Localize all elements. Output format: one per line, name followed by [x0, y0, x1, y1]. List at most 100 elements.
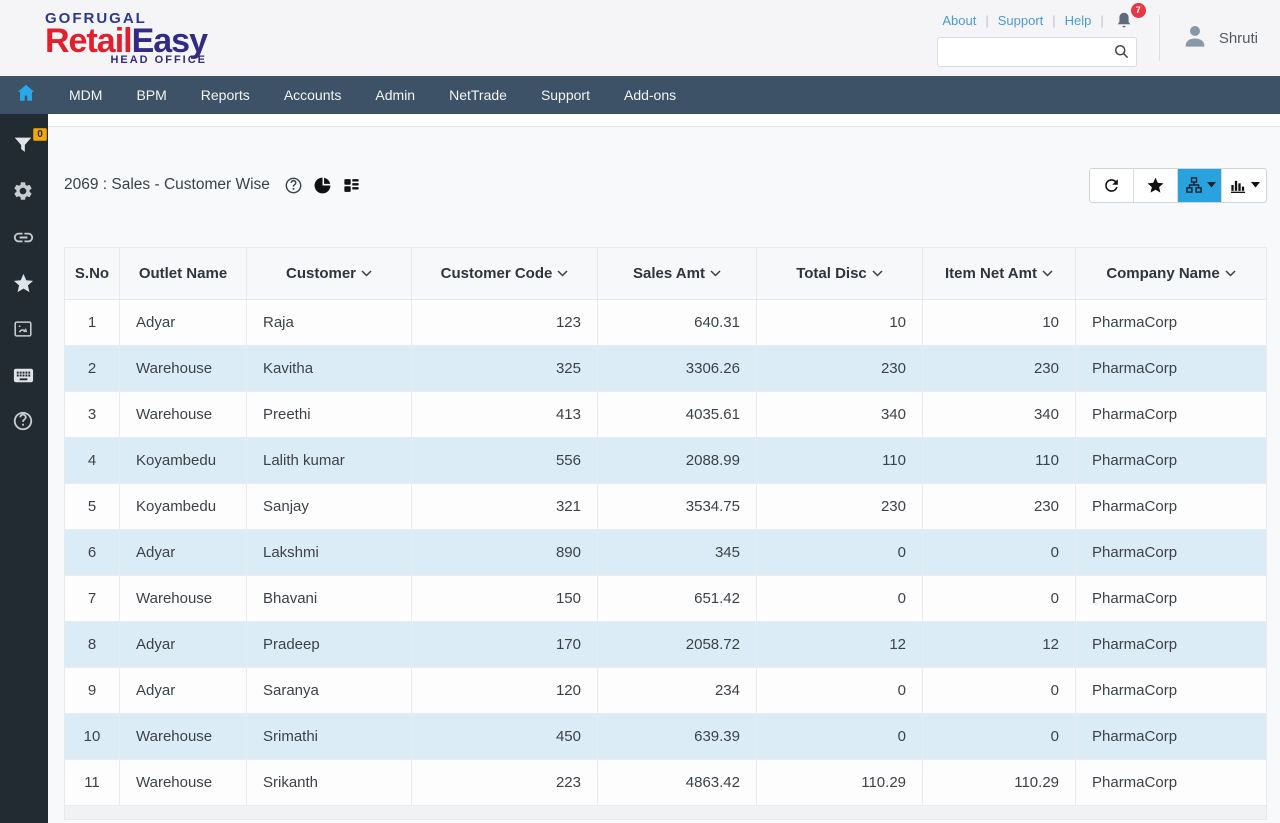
cell-total_disc: 230 [756, 483, 923, 530]
cell-outlet_name: Adyar [119, 667, 247, 714]
cell-customer_code: 120 [411, 667, 598, 714]
cell-customer: Srimathi [246, 713, 412, 760]
sort-chevron-icon [557, 270, 568, 277]
nav-item-support[interactable]: Support [524, 76, 607, 114]
cell-sno: 1 [64, 299, 120, 346]
cell-total_disc: 0 [756, 529, 923, 576]
cell-customer_code: 321 [411, 483, 598, 530]
nav-item-mdm[interactable]: MDM [52, 76, 119, 114]
hierarchy-view-button[interactable] [1178, 168, 1222, 202]
report-help-icon[interactable] [284, 176, 303, 195]
sort-chevron-icon [361, 270, 372, 277]
table-row[interactable]: 6 Adyar Lakshmi 890 345 0 0 PharmaCorp [64, 529, 1267, 576]
cell-company_name: PharmaCorp [1075, 529, 1267, 576]
user-menu[interactable]: Shruti [1180, 21, 1280, 56]
favorite-button[interactable] [1134, 168, 1178, 202]
filter-icon[interactable]: 0 [12, 128, 47, 158]
nav-item-accounts[interactable]: Accounts [267, 76, 359, 114]
caret-down-icon [1251, 182, 1260, 188]
home-tab[interactable] [0, 76, 52, 114]
home-icon [15, 82, 37, 109]
nav-item-add-ons[interactable]: Add-ons [607, 76, 693, 114]
cell-company_name: PharmaCorp [1075, 391, 1267, 438]
cell-item_net_amt: 230 [922, 483, 1076, 530]
help-link[interactable]: Help [1065, 13, 1092, 28]
cell-sno: 7 [64, 575, 120, 622]
table-row[interactable]: 4 Koyambedu Lalith kumar 556 2088.99 110 110 Ph… [64, 437, 1267, 484]
cell-customer_code: 556 [411, 437, 598, 484]
cell-outlet_name: Koyambedu [119, 483, 247, 530]
header-links: About | Support | Help | 7 [942, 2, 1146, 32]
cell-customer: Sanjay [246, 483, 412, 530]
link-icon[interactable] [12, 226, 36, 250]
brand-logo: GOFRUGAL RetailEasy HEAD OFFICE [45, 11, 208, 66]
cell-sno: 11 [64, 759, 120, 806]
cell-outlet_name: Warehouse [119, 345, 247, 392]
table-row[interactable]: 11 Warehouse Srikanth 223 4863.42 110.29 110.2… [64, 759, 1267, 806]
help-circle-icon[interactable] [12, 410, 36, 434]
table-row[interactable]: 8 Adyar Pradeep 170 2058.72 12 12 PharmaCorp [64, 621, 1267, 668]
cell-outlet_name: Warehouse [119, 759, 247, 806]
main-content: 2069 : Sales - Customer Wise S.No Outlet… [48, 114, 1280, 823]
cell-item_net_amt: 10 [922, 299, 1076, 346]
table-row[interactable]: 10 Warehouse Srimathi 450 639.39 0 0 PharmaCorp [64, 713, 1267, 760]
report-table: S.No Outlet Name Customer Customer Code Sale… [64, 247, 1267, 806]
search-icon[interactable] [1113, 43, 1130, 65]
cell-customer: Srikanth [246, 759, 412, 806]
col-header-total_disc[interactable]: Total Disc [756, 247, 923, 300]
col-header-company_name[interactable]: Company Name [1075, 247, 1267, 300]
cell-sales_amt: 3306.26 [597, 345, 757, 392]
notification-badge: 7 [1130, 2, 1146, 18]
cell-company_name: PharmaCorp [1075, 483, 1267, 530]
cell-company_name: PharmaCorp [1075, 299, 1267, 346]
cell-customer_code: 325 [411, 345, 598, 392]
sort-chevron-icon [1225, 270, 1236, 277]
star-icon[interactable] [12, 272, 36, 296]
nav-item-nettrade[interactable]: NetTrade [432, 76, 524, 114]
cell-item_net_amt: 340 [922, 391, 1076, 438]
filter-badge: 0 [33, 128, 47, 141]
main-nav: MDM BPM Reports Accounts Admin NetTrade Suppor… [0, 76, 1280, 114]
pie-chart-icon[interactable] [313, 176, 332, 195]
cell-outlet_name: Warehouse [119, 575, 247, 622]
keyboard-icon[interactable] [12, 364, 36, 388]
table-row[interactable]: 2 Warehouse Kavitha 325 3306.26 230 230 PharmaC… [64, 345, 1267, 392]
table-header-row: S.No Outlet Name Customer Customer Code Sale… [64, 247, 1267, 300]
support-link[interactable]: Support [998, 13, 1044, 28]
cell-company_name: PharmaCorp [1075, 621, 1267, 668]
col-header-customer[interactable]: Customer [246, 247, 412, 300]
table-row[interactable]: 7 Warehouse Bhavani 150 651.42 0 0 PharmaCorp [64, 575, 1267, 622]
nav-item-reports[interactable]: Reports [184, 76, 267, 114]
avatar-icon [1180, 21, 1210, 56]
col-header-item_net_amt[interactable]: Item Net Amt [922, 247, 1076, 300]
notification-bell-icon[interactable]: 7 [1113, 2, 1146, 32]
cell-total_disc: 12 [756, 621, 923, 668]
cell-sales_amt: 4863.42 [597, 759, 757, 806]
cell-total_disc: 0 [756, 713, 923, 760]
col-header-sales_amt[interactable]: Sales Amt [597, 247, 757, 300]
grid-icon[interactable] [342, 176, 361, 195]
cell-customer_code: 150 [411, 575, 598, 622]
table-row[interactable]: 5 Koyambedu Sanjay 321 3534.75 230 230 PharmaCo… [64, 483, 1267, 530]
col-header-customer_code[interactable]: Customer Code [411, 247, 598, 300]
cell-sales_amt: 640.31 [597, 299, 757, 346]
cell-customer: Lakshmi [246, 529, 412, 576]
gear-icon[interactable] [12, 180, 36, 204]
sort-chevron-icon [710, 270, 721, 277]
cell-customer: Preethi [246, 391, 412, 438]
search-input[interactable] [936, 36, 1137, 67]
chart-view-button[interactable] [1222, 168, 1266, 202]
cell-customer: Bhavani [246, 575, 412, 622]
table-row[interactable]: 1 Adyar Raja 123 640.31 10 10 PharmaCorp [64, 299, 1267, 346]
report-panel: 2069 : Sales - Customer Wise S.No Outlet… [48, 126, 1280, 823]
cell-item_net_amt: 0 [922, 529, 1076, 576]
refresh-button[interactable] [1090, 168, 1134, 202]
nav-item-admin[interactable]: Admin [358, 76, 432, 114]
nav-item-bpm[interactable]: BPM [119, 76, 183, 114]
export-window-icon[interactable] [12, 318, 36, 342]
cell-outlet_name: Koyambedu [119, 437, 247, 484]
about-link[interactable]: About [942, 13, 976, 28]
table-row[interactable]: 9 Adyar Saranya 120 234 0 0 PharmaCorp [64, 667, 1267, 714]
cell-total_disc: 0 [756, 667, 923, 714]
table-row[interactable]: 3 Warehouse Preethi 413 4035.61 340 340 PharmaC… [64, 391, 1267, 438]
